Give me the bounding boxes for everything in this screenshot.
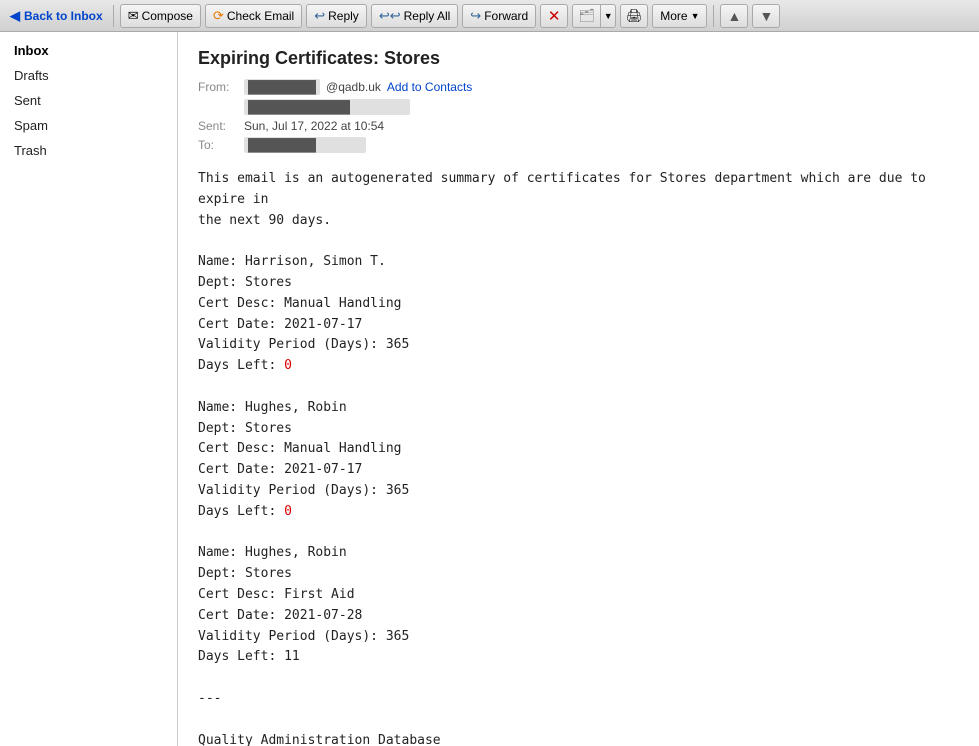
to-label: To: — [198, 138, 238, 152]
check-email-button[interactable]: ⟳ Check Email — [205, 4, 302, 28]
sent-date: Sun, Jul 17, 2022 at 10:54 — [244, 119, 384, 133]
more-dropdown-icon: ▼ — [691, 11, 700, 21]
sidebar-item-drafts[interactable]: Drafts — [0, 63, 177, 88]
print-button[interactable]: 🖨 — [620, 4, 648, 28]
email-sent-row: Sent: Sun, Jul 17, 2022 at 10:54 — [198, 119, 959, 133]
back-to-inbox-link[interactable]: ◀ Back to Inbox — [6, 6, 107, 26]
add-contacts-link[interactable]: Add to Contacts — [387, 80, 472, 94]
more-label: More — [660, 9, 687, 23]
sidebar-item-trash[interactable]: Trash — [0, 138, 177, 163]
check-email-label: Check Email — [227, 9, 294, 23]
back-to-inbox-label: Back to Inbox — [24, 9, 103, 23]
compose-button[interactable]: ✉ Compose — [120, 4, 201, 28]
toolbar-separator-2 — [713, 5, 714, 27]
reply-label: Reply — [328, 9, 359, 23]
email-body: This email is an autogenerated summary o… — [198, 169, 959, 746]
email-separator: --- — [198, 691, 221, 706]
reply-icon: ↩ — [314, 8, 325, 24]
arrow-up-icon: ▲ — [728, 8, 742, 24]
email-intro: This email is an autogenerated summary o… — [198, 171, 934, 228]
move-down-button[interactable]: ▼ — [752, 4, 780, 28]
compose-icon: ✉ — [128, 8, 139, 24]
email-subject: Expiring Certificates: Stores — [198, 48, 959, 69]
org-name: Quality Administration Database — [198, 733, 441, 746]
days-left-2: 11 — [284, 649, 300, 664]
compose-label: Compose — [142, 9, 193, 23]
sender-display-row: ████████████ — [244, 99, 959, 115]
main-layout: Inbox Drafts Sent Spam Trash Expiring Ce… — [0, 32, 979, 746]
move-up-button[interactable]: ▲ — [720, 4, 748, 28]
sender-name: ████████ — [244, 79, 320, 95]
toolbar: ◀ Back to Inbox ✉ Compose ⟳ Check Email … — [0, 0, 979, 32]
sidebar-item-spam[interactable]: Spam — [0, 113, 177, 138]
to-field: ████████ — [244, 137, 366, 153]
sender-email: @qadb.uk — [326, 80, 381, 94]
folder-icon: 🗂 — [578, 8, 595, 24]
toolbar-separator-1 — [113, 5, 114, 27]
folder-button[interactable]: 🗂 — [572, 4, 600, 28]
reply-all-label: Reply All — [404, 9, 451, 23]
days-left-0: 0 — [284, 358, 292, 373]
email-to-row: To: ████████ — [198, 137, 959, 153]
sidebar-item-sent[interactable]: Sent — [0, 88, 177, 113]
thunderbird-icon: ⟳ — [213, 8, 224, 24]
forward-button[interactable]: ↪ Forward — [462, 4, 536, 28]
forward-label: Forward — [484, 9, 528, 23]
delete-button[interactable]: ✕ — [540, 4, 568, 28]
print-icon: 🖨 — [626, 8, 643, 24]
days-left-1: 0 — [284, 504, 292, 519]
sidebar: Inbox Drafts Sent Spam Trash — [0, 32, 178, 746]
cert-entry-1: Name: Hughes, Robin Dept: Stores Cert De… — [198, 400, 409, 519]
sidebar-item-inbox[interactable]: Inbox — [0, 38, 177, 63]
cert-entry-0: Name: Harrison, Simon T. Dept: Stores Ce… — [198, 254, 409, 373]
sent-label: Sent: — [198, 119, 238, 133]
reply-all-icon: ↩↩ — [379, 8, 401, 24]
chevron-down-icon: ▼ — [604, 11, 613, 21]
folder-dropdown-button[interactable]: ▼ — [600, 4, 616, 28]
reply-all-button[interactable]: ↩↩ Reply All — [371, 4, 458, 28]
more-button[interactable]: More ▼ — [652, 4, 707, 28]
from-label: From: — [198, 80, 238, 94]
email-content-area: Expiring Certificates: Stores From: ████… — [178, 32, 979, 746]
reply-button[interactable]: ↩ Reply — [306, 4, 367, 28]
forward-icon: ↪ — [470, 8, 481, 24]
arrow-down-icon: ▼ — [760, 8, 774, 24]
sender-display: ████████████ — [244, 99, 410, 115]
cert-entry-2: Name: Hughes, Robin Dept: Stores Cert De… — [198, 545, 409, 664]
back-arrow-icon: ◀ — [10, 8, 20, 24]
email-from-row: From: ████████ @qadb.uk Add to Contacts — [198, 79, 959, 95]
